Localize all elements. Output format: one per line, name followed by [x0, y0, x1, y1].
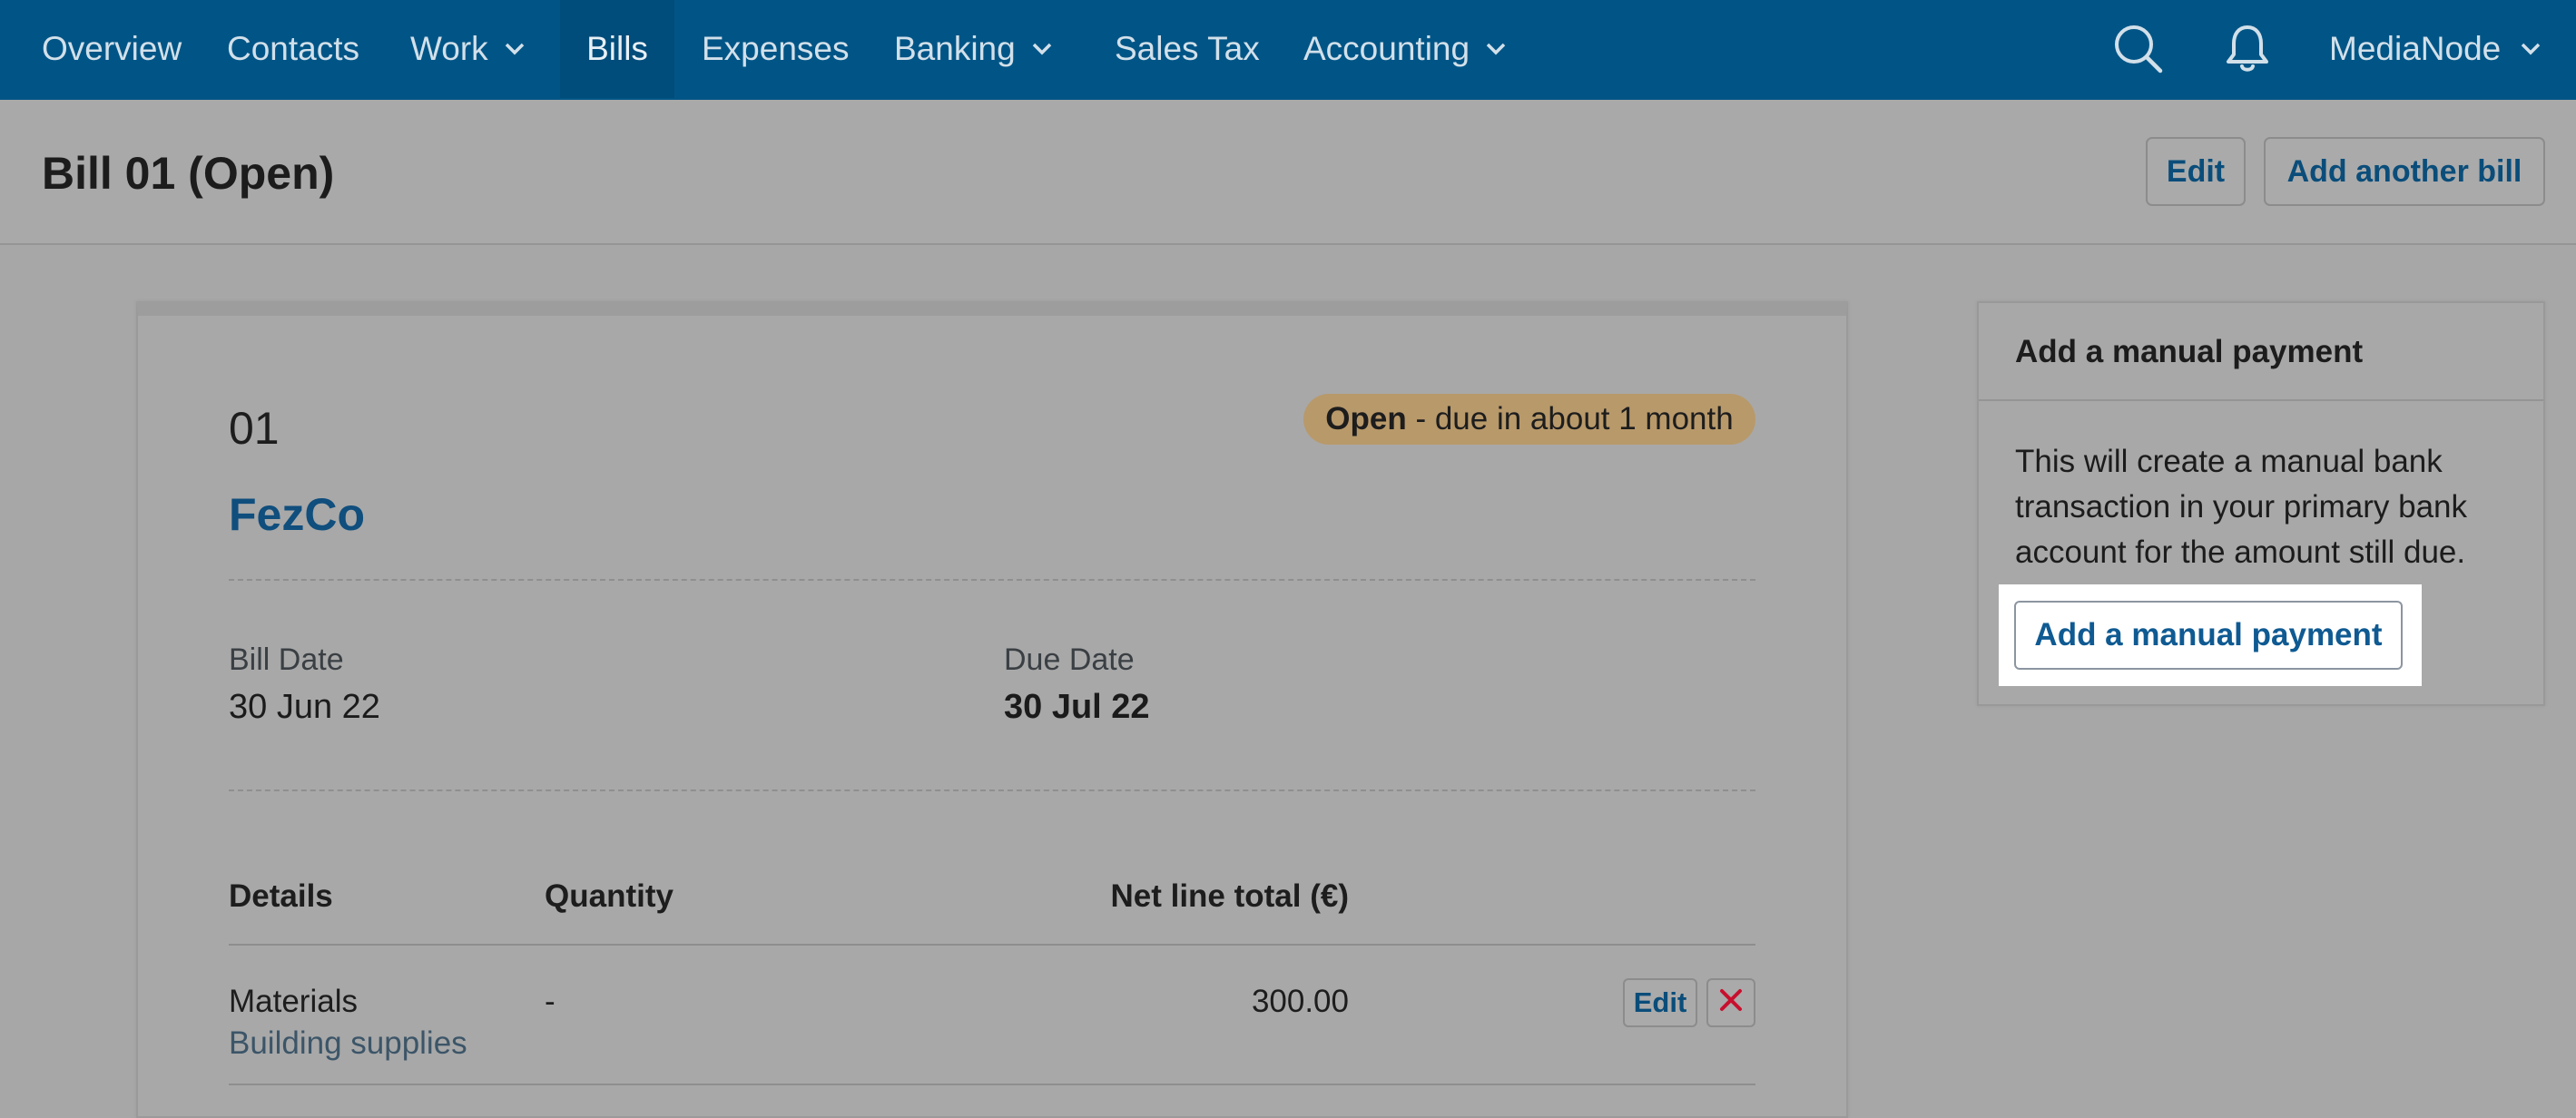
- nav-item-label: Accounting: [1303, 30, 1470, 67]
- chevron-down-icon: [1486, 43, 1506, 55]
- bill-date-label: Bill Date: [229, 642, 344, 677]
- line-item-details: Materials: [229, 984, 358, 1019]
- chevron-down-icon: [2521, 43, 2541, 55]
- column-header-net-total: Net line total (€): [1110, 878, 1349, 914]
- nav-item-label: Contacts: [227, 30, 360, 67]
- nav-item-sales-tax[interactable]: Sales Tax: [1087, 0, 1287, 98]
- table-row-separator: [229, 944, 1755, 946]
- column-header-details: Details: [229, 878, 333, 914]
- table-row-separator: [229, 1084, 1755, 1085]
- column-header-quantity: Quantity: [545, 878, 673, 914]
- page-header: Bill 01 (Open) Edit Add another bill: [0, 100, 2576, 245]
- panel-title: Add a manual payment: [2015, 334, 2364, 369]
- search-icon[interactable]: [2111, 22, 2166, 76]
- delete-line-button[interactable]: [1706, 978, 1755, 1027]
- nav-item-work[interactable]: Work: [370, 0, 565, 98]
- status-badge: Open - due in about 1 month: [1303, 394, 1755, 445]
- nav-item-label: Overview: [42, 30, 182, 67]
- nav-item-bills[interactable]: Bills: [560, 0, 674, 98]
- line-item-quantity: -: [545, 984, 556, 1019]
- company-name: MediaNode: [2329, 30, 2502, 67]
- nav-item-label: Sales Tax: [1115, 30, 1260, 67]
- add-manual-payment-button[interactable]: Add a manual payment: [2014, 601, 2403, 670]
- line-item-description: Building supplies: [229, 1025, 467, 1061]
- bill-card: 01 FezCo Open - due in about 1 month Bil…: [136, 301, 1848, 1118]
- nav-item-banking[interactable]: Banking: [867, 0, 1079, 98]
- top-navigation: Overview Contacts Work Bills Expenses Ba…: [0, 0, 2576, 100]
- due-date-value: 30 Jul 22: [1004, 688, 1150, 726]
- divider: [1979, 399, 2543, 401]
- nav-item-accounting[interactable]: Accounting: [1276, 0, 1533, 98]
- close-icon: [1719, 986, 1743, 1019]
- contact-link[interactable]: FezCo: [229, 488, 365, 541]
- status-detail: - due in about 1 month: [1406, 401, 1734, 436]
- divider: [229, 789, 1755, 791]
- status-word: Open: [1325, 401, 1407, 436]
- nav-item-label: Banking: [894, 30, 1016, 67]
- bill-number: 01: [229, 403, 280, 454]
- edit-line-button[interactable]: Edit: [1623, 978, 1697, 1027]
- company-menu[interactable]: MediaNode: [2329, 0, 2541, 98]
- due-date-label: Due Date: [1004, 642, 1135, 677]
- panel-description: This will create a manual bank transacti…: [2015, 444, 2467, 570]
- nav-item-label: Work: [410, 30, 488, 67]
- page-title: Bill 01 (Open): [42, 148, 335, 199]
- line-item-net-total: 300.00: [1251, 984, 1349, 1019]
- nav-item-contacts[interactable]: Contacts: [187, 0, 399, 98]
- chevron-down-icon: [1032, 43, 1052, 55]
- nav-item-label: Expenses: [702, 30, 850, 67]
- chevron-down-icon: [505, 43, 525, 55]
- nav-item-expenses[interactable]: Expenses: [674, 0, 877, 98]
- bill-date-value: 30 Jun 22: [229, 688, 380, 726]
- edit-bill-button[interactable]: Edit: [2146, 137, 2246, 206]
- nav-item-label: Bills: [586, 30, 648, 67]
- divider: [229, 579, 1755, 581]
- add-another-bill-button[interactable]: Add another bill: [2264, 137, 2545, 206]
- bell-icon[interactable]: [2220, 22, 2275, 76]
